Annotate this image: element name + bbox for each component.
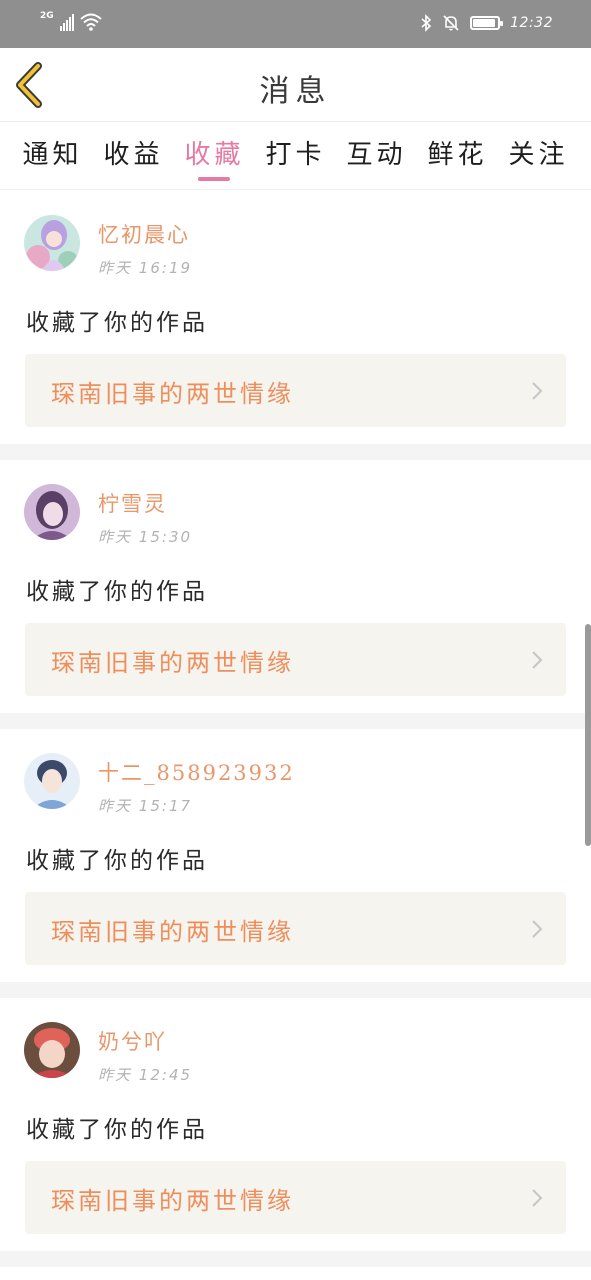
list-item: 十二_858923932 昨天 15:17 收藏了你的作品 琛南旧事的两世情缘 <box>0 729 591 982</box>
scrollbar[interactable] <box>585 624 591 846</box>
tab-bar: 通知 收益 收藏 打卡 互动 鲜花 关注 <box>0 122 591 190</box>
network-label: 2G <box>40 11 54 21</box>
work-link[interactable]: 琛南旧事的两世情缘 <box>25 354 566 427</box>
wifi-icon <box>79 13 102 31</box>
signal-icon <box>59 13 74 31</box>
work-link[interactable]: 琛南旧事的两世情缘 <box>25 892 566 965</box>
divider <box>0 1251 591 1267</box>
post-time: 昨天 16:19 <box>98 259 193 277</box>
tab-label: 鲜花 <box>427 140 488 170</box>
status-bar: 2G 12:32 <box>0 0 591 48</box>
divider <box>0 982 591 998</box>
tab-label: 收益 <box>103 140 164 170</box>
tab-label: 打卡 <box>265 140 326 170</box>
status-right: 12:32 <box>420 14 553 32</box>
work-title: 琛南旧事的两世情缘 <box>51 1187 294 1215</box>
username[interactable]: 忆初晨心 <box>98 219 190 249</box>
chevron-right-icon <box>532 1189 543 1207</box>
chevron-right-icon <box>532 382 543 400</box>
battery-icon <box>470 16 504 30</box>
action-text: 收藏了你的作品 <box>26 310 208 336</box>
work-title: 琛南旧事的两世情缘 <box>51 380 294 408</box>
chevron-right-icon <box>532 651 543 669</box>
tab-follows[interactable]: 关注 <box>508 122 568 189</box>
avatar[interactable] <box>24 484 80 540</box>
work-title: 琛南旧事的两世情缘 <box>51 918 294 946</box>
tab-notifications[interactable]: 通知 <box>22 122 82 189</box>
avatar[interactable] <box>24 753 80 809</box>
tab-label: 收藏 <box>184 140 245 170</box>
mute-bell-icon <box>443 15 459 31</box>
status-left: 2G <box>40 12 102 31</box>
tab-earnings[interactable]: 收益 <box>103 122 163 189</box>
tab-checkin[interactable]: 打卡 <box>265 122 325 189</box>
chevron-right-icon <box>532 920 543 938</box>
work-title: 琛南旧事的两世情缘 <box>51 649 294 677</box>
list-item: 忆初晨心 昨天 16:19 收藏了你的作品 琛南旧事的两世情缘 <box>0 191 591 444</box>
list-item: 奶兮吖 昨天 12:45 收藏了你的作品 琛南旧事的两世情缘 <box>0 998 591 1251</box>
tab-flowers[interactable]: 鲜花 <box>427 122 487 189</box>
tab-favorites[interactable]: 收藏 <box>184 122 244 189</box>
username[interactable]: 柠雪灵 <box>98 488 167 518</box>
tab-label: 关注 <box>508 140 569 170</box>
post-time: 昨天 15:17 <box>98 797 193 815</box>
active-tab-indicator <box>198 177 231 181</box>
divider <box>0 713 591 729</box>
tab-label: 互动 <box>346 140 407 170</box>
status-time: 12:32 <box>510 15 553 31</box>
action-text: 收藏了你的作品 <box>26 848 208 874</box>
post-time: 昨天 15:30 <box>98 528 193 546</box>
avatar[interactable] <box>24 215 80 271</box>
page-title: 消息 <box>259 74 332 109</box>
title-bar: 消息 <box>0 48 591 122</box>
divider <box>0 444 591 460</box>
username[interactable]: 十二_858923932 <box>98 757 295 787</box>
action-text: 收藏了你的作品 <box>26 1117 208 1143</box>
work-link[interactable]: 琛南旧事的两世情缘 <box>25 1161 566 1234</box>
bluetooth-icon <box>421 14 432 32</box>
action-text: 收藏了你的作品 <box>26 579 208 605</box>
username[interactable]: 奶兮吖 <box>98 1026 167 1056</box>
message-feed: 忆初晨心 昨天 16:19 收藏了你的作品 琛南旧事的两世情缘 柠雪灵 昨天 1… <box>0 191 591 1267</box>
post-time: 昨天 12:45 <box>98 1066 193 1084</box>
tab-interactions[interactable]: 互动 <box>346 122 406 189</box>
tab-label: 通知 <box>22 140 83 170</box>
avatar[interactable] <box>24 1022 80 1078</box>
list-item: 柠雪灵 昨天 15:30 收藏了你的作品 琛南旧事的两世情缘 <box>0 460 591 713</box>
work-link[interactable]: 琛南旧事的两世情缘 <box>25 623 566 696</box>
